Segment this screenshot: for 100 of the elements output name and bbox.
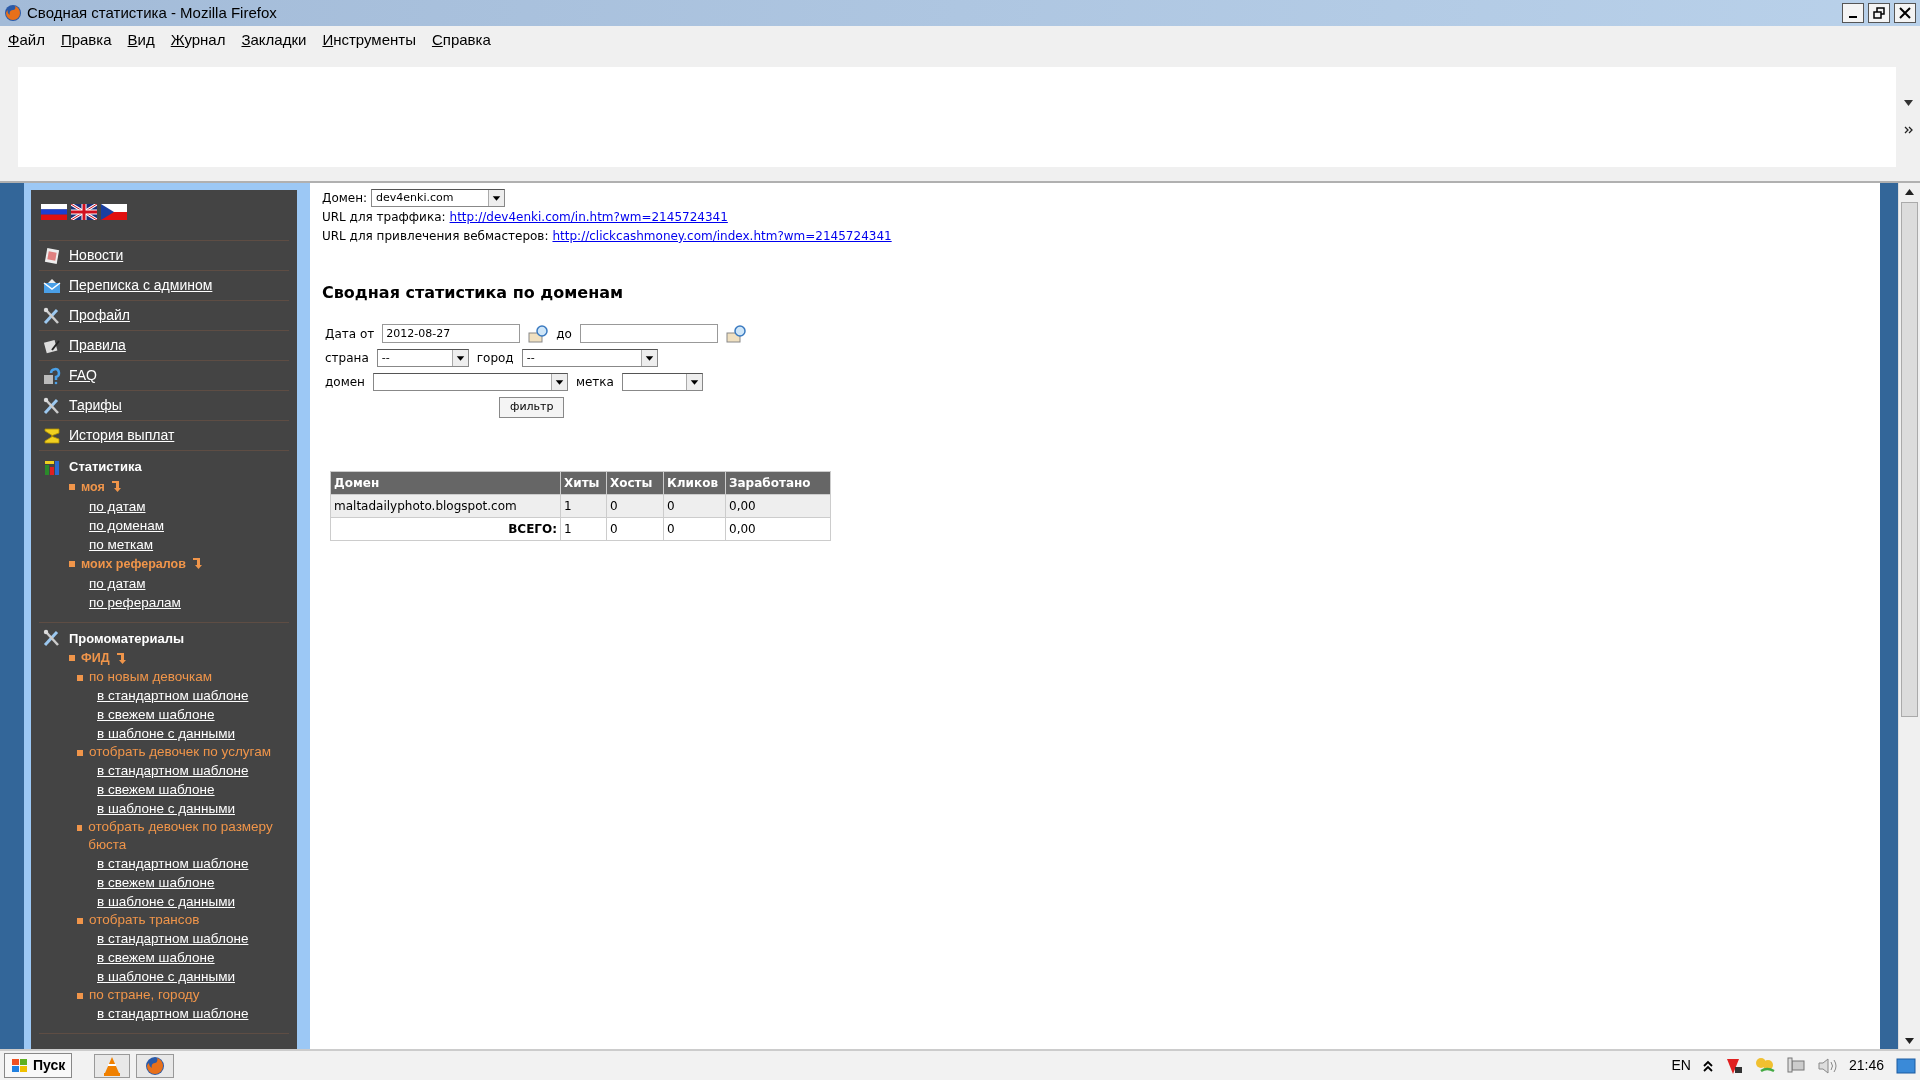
menu-item[interactable]: Журнал (170, 29, 226, 52)
column-header: Хиты (560, 471, 607, 494)
scroll-down-icon[interactable] (1905, 1037, 1914, 1044)
sidebar-link[interactable]: в шаблоне с данными (97, 724, 235, 743)
nav-link[interactable]: История выплат (69, 425, 175, 446)
url-label: URL для привлечения вебмастеров: (322, 228, 549, 245)
sidebar-link[interactable]: в свежем шаблоне (97, 873, 215, 892)
url-label: URL для траффика: (322, 209, 446, 226)
sidebar-link[interactable]: в шаблоне с данными (97, 967, 235, 986)
sidebar-link[interactable]: по меткам (89, 534, 154, 554)
sidebar-link[interactable]: по датам (89, 496, 146, 516)
nav-link[interactable]: Переписка с админом (69, 275, 213, 296)
monitor-icon[interactable] (1786, 1056, 1805, 1075)
field-label: метка (575, 374, 614, 391)
subgroup-label[interactable]: отобрать девочек по размеру бюста (88, 818, 285, 854)
arrow-down-icon (110, 481, 121, 492)
filter-button[interactable]: фильтр (499, 397, 565, 418)
column-header: Заработано (725, 471, 831, 494)
date-field[interactable]: 2012-08-27 (382, 324, 521, 343)
menu-item[interactable]: Правка (60, 29, 112, 52)
restore-button[interactable] (1868, 3, 1890, 23)
envelope-icon (43, 276, 61, 295)
tag-dropdown[interactable] (621, 373, 703, 391)
section-title[interactable]: Промоматериалы (69, 628, 185, 648)
language-indicator[interactable]: EN (1671, 1055, 1691, 1076)
nav-link[interactable]: Новости (69, 245, 124, 266)
date-field[interactable] (579, 324, 718, 343)
sidebar-link[interactable]: в стандартном шаблоне (97, 929, 249, 948)
url-link[interactable]: http://clickcashmoney.com/index.htm?wm=2145724341 (552, 227, 892, 245)
field-label: домен (325, 374, 365, 391)
minimize-button[interactable] (1842, 3, 1864, 23)
scrollbar[interactable] (1898, 183, 1920, 1049)
menu-item[interactable]: Справка (431, 29, 491, 52)
taskbar-app[interactable] (94, 1053, 131, 1078)
scroll-thumb[interactable] (1901, 202, 1918, 717)
field-label: Домен: (322, 190, 368, 207)
caret-icon (685, 374, 702, 390)
subgroup-label[interactable]: отобрать трансов (89, 911, 200, 929)
caret-icon (550, 374, 567, 390)
taskbar-app[interactable] (136, 1053, 175, 1078)
nav-link[interactable]: FAQ (69, 365, 97, 386)
subgroup-label[interactable]: отобрать девочек по услугам (89, 743, 271, 761)
table-cell: 1 (560, 517, 607, 540)
close-button[interactable] (1894, 3, 1916, 23)
nav-link[interactable]: Правила (69, 335, 126, 356)
sidebar-link[interactable]: в стандартном шаблоне (97, 1004, 249, 1023)
sidebar-link[interactable]: по доменам (89, 515, 164, 535)
sidebar-link[interactable]: в стандартном шаблоне (97, 686, 249, 705)
arrow-down-icon (115, 652, 126, 664)
field-label: до (556, 325, 572, 343)
group-label[interactable]: моя (81, 476, 105, 497)
city-dropdown[interactable]: -- (521, 349, 658, 367)
sidebar-link[interactable]: в шаблоне с данными (97, 799, 235, 818)
sidebar-link[interactable]: в шаблоне с данными (97, 892, 235, 911)
domain-filter-dropdown[interactable] (372, 373, 568, 391)
clock[interactable]: 21:46 (1848, 1055, 1884, 1076)
column-header: Домен (330, 471, 561, 494)
section-title[interactable]: Статистика (69, 457, 142, 477)
sidebar-link[interactable]: в стандартном шаблоне (97, 761, 249, 780)
arrow-down-icon (191, 558, 202, 569)
column-header: Хосты (606, 471, 664, 494)
group-label[interactable]: ФИД (81, 648, 110, 668)
chevron-icon[interactable] (1904, 126, 1914, 134)
url-link[interactable]: http://dev4enki.com/in.htm?wm=2145724341 (449, 208, 728, 226)
chevron-up-icon[interactable] (1702, 1059, 1713, 1072)
menu-item[interactable]: Закладки (241, 29, 307, 52)
menu-item[interactable]: Инструменты (322, 29, 416, 52)
show-desktop-icon[interactable] (1896, 1056, 1916, 1075)
group-label[interactable]: моих рефералов (81, 553, 186, 574)
nav-link[interactable]: Профайл (69, 305, 130, 326)
tools-icon (43, 629, 61, 648)
bullet-icon (69, 655, 75, 661)
window-title: Сводная статистика - Mozilla Firefox (27, 2, 277, 23)
domain-dropdown[interactable]: dev4enki.com (371, 189, 506, 207)
scroll-up-icon[interactable] (1905, 188, 1914, 195)
country-dropdown[interactable]: -- (376, 349, 469, 367)
firefox-icon (4, 4, 22, 22)
menu-item[interactable]: Вид (127, 29, 155, 52)
sidebar-link[interactable]: в свежем шаблоне (97, 948, 215, 967)
nav-link[interactable]: Тарифы (69, 395, 122, 416)
table-cell: maltadailyphoto.blogspot.com (330, 494, 561, 517)
minimize-icon (1849, 16, 1857, 18)
menu-item[interactable]: Файл (8, 29, 45, 52)
subgroup-label[interactable]: по стране, городу (89, 986, 200, 1004)
sidebar-link[interactable]: в стандартном шаблоне (97, 854, 249, 873)
sidebar-link[interactable]: по датам (89, 573, 146, 593)
close-icon (1899, 7, 1911, 19)
question-icon (43, 366, 61, 385)
table-cell: 0,00 (725, 517, 831, 540)
caret-icon[interactable] (1904, 100, 1913, 106)
tools-icon (43, 396, 61, 415)
tools-icon (43, 306, 61, 325)
calendar-icon[interactable] (528, 324, 549, 343)
flag-icon (101, 204, 127, 220)
start-button[interactable]: Пуск (4, 1053, 73, 1078)
subgroup-label[interactable]: по новым девочкам (89, 668, 213, 686)
calendar-icon[interactable] (725, 324, 746, 343)
sidebar-link[interactable]: в свежем шаблоне (97, 780, 215, 799)
sidebar-link[interactable]: по рефералам (89, 592, 181, 612)
sidebar-link[interactable]: в свежем шаблоне (97, 705, 215, 724)
